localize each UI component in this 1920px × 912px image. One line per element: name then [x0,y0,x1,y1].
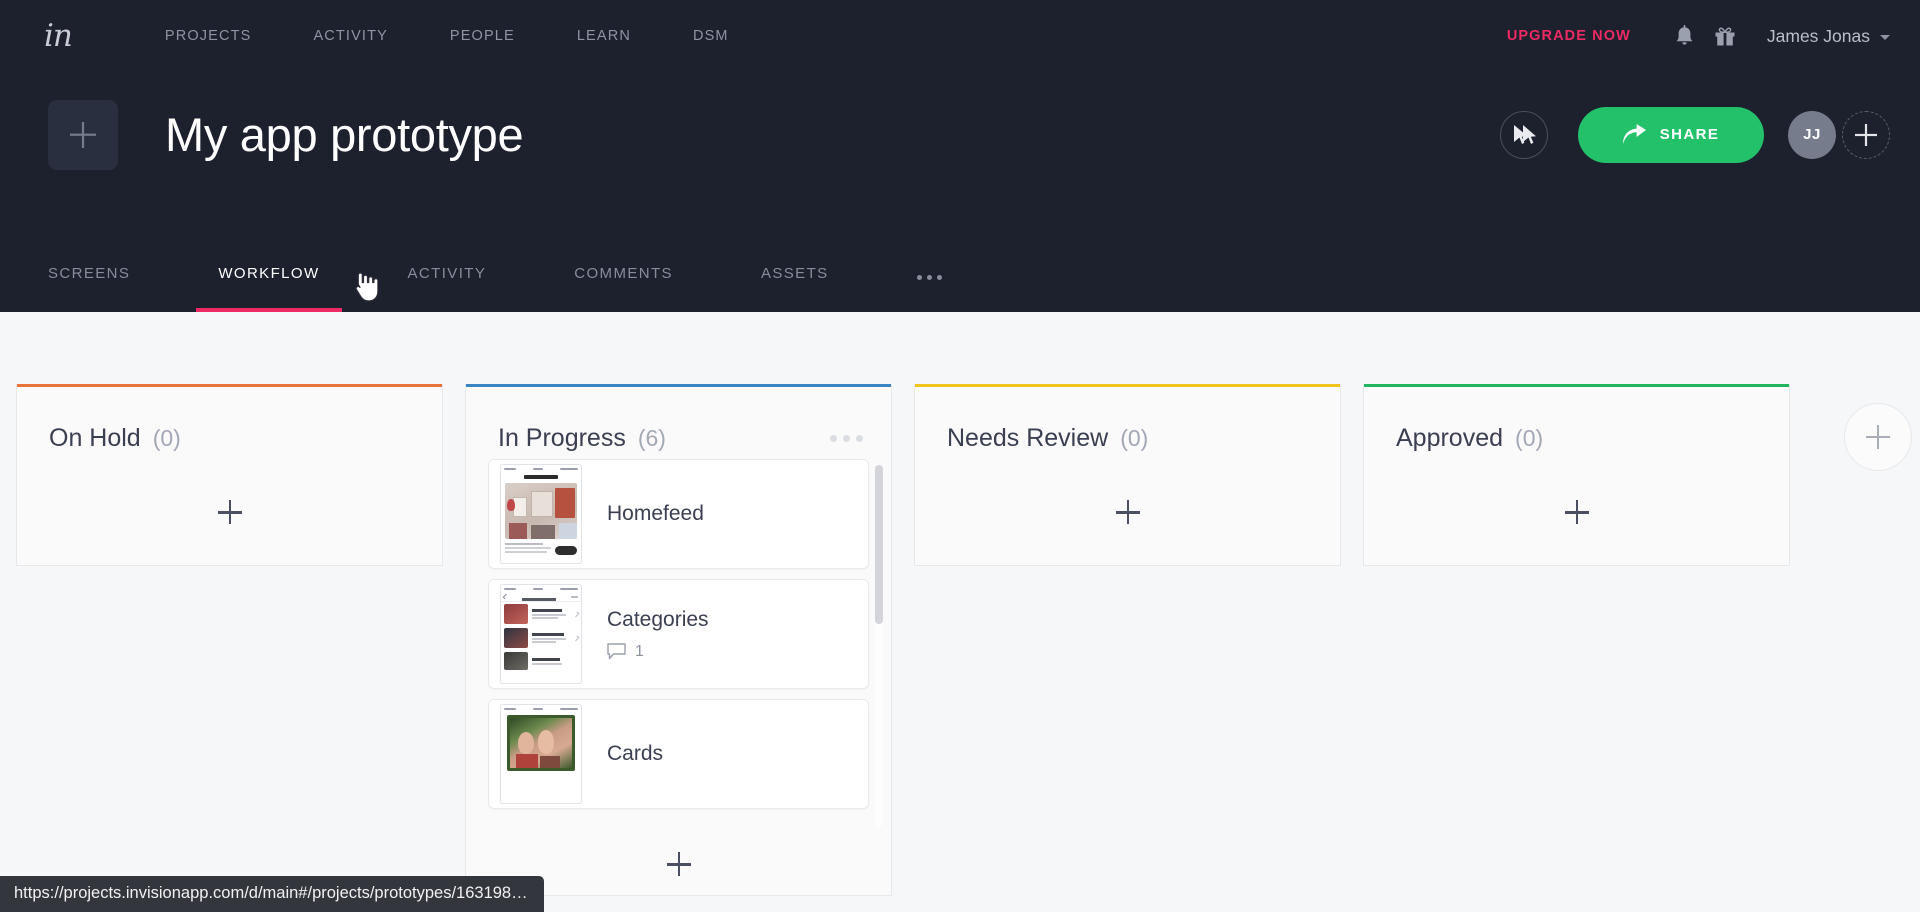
tabs-overflow-ellipsis-icon[interactable] [916,275,942,312]
add-card-button[interactable] [17,459,442,565]
card-body: Homefeed [583,502,868,526]
tab-comments[interactable]: COMMENTS [574,265,673,312]
add-screen-thumbnail-button[interactable] [48,99,118,170]
card-item[interactable]: Cards [488,699,869,809]
tab-assets[interactable]: ASSETS [761,265,829,312]
column-needs-review: Needs Review (0) [914,384,1341,566]
nav-item-dsm[interactable]: DSM [662,28,760,44]
column-count: (0) [1120,424,1149,451]
add-column-button[interactable] [1844,403,1912,471]
plus-icon [1866,425,1890,449]
global-nav-right: UPGRADE NOW James Jonas [1507,19,1890,53]
project-header-actions: SHARE JJ [1500,106,1890,163]
column-count: (0) [152,424,181,451]
share-button-label: SHARE [1659,126,1720,143]
nav-item-learn[interactable]: LEARN [546,28,662,44]
card-list-scrollbar[interactable] [875,465,883,827]
gift-icon[interactable] [1705,19,1745,53]
browser-status-bar-url: https://projects.invisionapp.com/d/main#… [0,876,544,912]
global-nav-links: PROJECTS ACTIVITY PEOPLE LEARN DSM [134,28,760,44]
invision-logo[interactable]: in [44,20,73,52]
tab-workflow[interactable]: WORKFLOW [196,265,342,312]
screen-preview-homefeed [500,464,582,564]
plus-icon [1564,500,1589,524]
column-title: In Progress [498,423,626,452]
user-name-label: James Jonas [1766,25,1870,46]
add-card-button[interactable] [1364,459,1789,565]
plus-icon [217,500,242,524]
plus-icon [1115,500,1140,524]
add-member-button[interactable] [1842,110,1890,159]
card-body: Cards [583,742,868,766]
project-tabs: SCREENS WORKFLOW ACTIVITY COMMENTS ASSET… [0,197,1920,312]
card-thumbnail [489,580,583,688]
nav-item-projects[interactable]: PROJECTS [134,28,283,44]
add-card-button[interactable] [915,459,1340,565]
card-comment-count: 1 [607,643,868,661]
column-title: On Hold [49,423,141,452]
mouse-cursor-pointer-icon [352,271,379,308]
column-count: (6) [637,424,666,451]
chevron-down-icon [1880,35,1890,40]
column-header: Needs Review (0) [915,387,1340,459]
avatar[interactable]: JJ [1788,110,1836,159]
column-header: On Hold (0) [17,387,442,459]
column-on-hold: On Hold (0) [16,384,443,566]
column-count: (0) [1515,424,1544,451]
share-arrow-icon [1622,124,1646,144]
upgrade-now-button[interactable]: UPGRADE NOW [1507,28,1631,44]
tab-activity[interactable]: ACTIVITY [408,265,487,312]
column-in-progress: In Progress (6) Homefeed Categories 1 Ca… [465,384,892,896]
column-approved: Approved (0) [1363,384,1790,566]
share-button[interactable]: SHARE [1578,106,1764,163]
card-title: Homefeed [607,502,704,525]
user-menu[interactable]: James Jonas [1767,26,1890,47]
screen-preview-cards [500,704,582,804]
card-item[interactable]: Homefeed [488,459,869,569]
project-header: My app prototype SHARE JJ [0,72,1920,197]
column-header: In Progress (6) [466,387,891,459]
page-title: My app prototype [165,108,524,161]
card-thumbnail [489,700,583,808]
column-title: Needs Review [947,423,1109,452]
column-title: Approved [1396,423,1504,452]
play-cursor-icon[interactable] [1500,110,1548,159]
card-thumbnail [489,460,583,568]
bell-icon[interactable] [1665,19,1705,53]
plus-icon [666,852,691,876]
global-navbar: in PROJECTS ACTIVITY PEOPLE LEARN DSM UP… [0,0,1920,72]
nav-item-people[interactable]: PEOPLE [419,28,546,44]
card-title: Cards [607,742,664,765]
column-menu-ellipsis-icon[interactable] [826,427,867,450]
card-item[interactable]: Categories 1 [488,579,869,689]
column-header: Approved (0) [1364,387,1789,459]
card-title: Categories [607,607,709,631]
card-list: Homefeed Categories 1 Cards [466,459,891,833]
workflow-board: On Hold (0) In Progress (6) Homefeed Cat… [0,312,1920,909]
comment-icon [607,643,626,660]
nav-item-activity[interactable]: ACTIVITY [282,28,418,44]
card-body: Categories 1 [583,608,868,661]
screen-preview-categories [500,584,582,684]
comment-count-label: 1 [635,642,644,660]
scrollbar-thumb[interactable] [875,465,883,625]
tab-screens[interactable]: SCREENS [48,265,130,312]
